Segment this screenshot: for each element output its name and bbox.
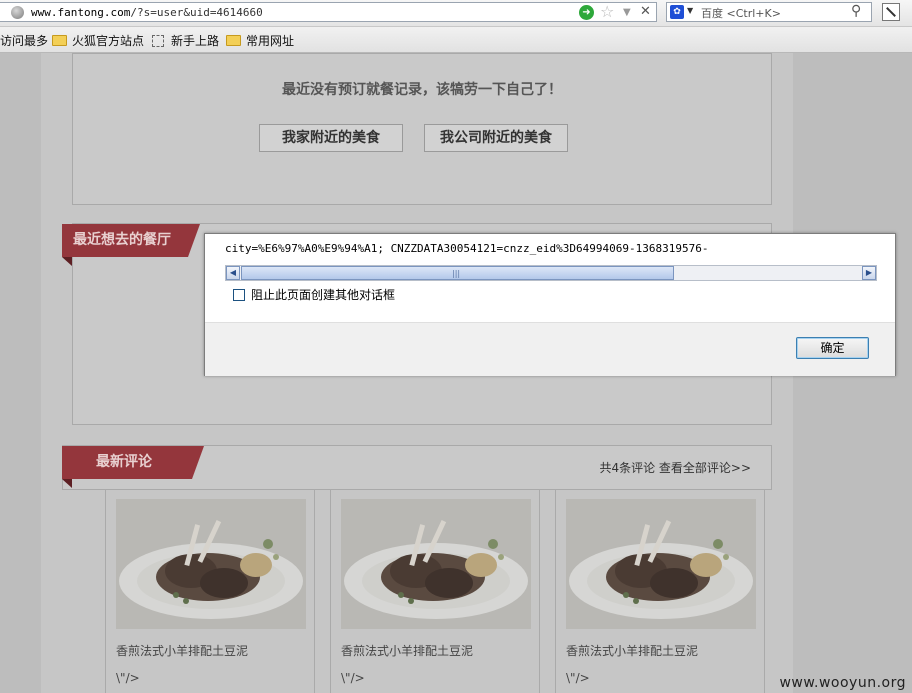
search-bar[interactable]: ✿ ▼ 百度 <Ctrl+K> ⚲ — [666, 2, 872, 22]
horizontal-scrollbar[interactable]: ◀ ||| ▶ — [225, 265, 877, 281]
go-arrow-icon[interactable]: ➜ — [579, 5, 594, 20]
home-nearby-food-button[interactable]: 我家附近的美食 — [259, 124, 403, 152]
lamb-chop-image — [566, 499, 756, 629]
grip-icon: ||| — [452, 269, 461, 278]
search-icon[interactable]: ⚲ — [851, 3, 861, 19]
navigation-toolbar: www.fantong.com/?s=user&uid=4614660 ➜ ☆ … — [0, 0, 912, 27]
ribbon-fold — [62, 479, 72, 488]
booking-record-panel: 最近没有预订就餐记录，该犒劳一下自己了！ 我家附近的美食 我公司附近的美食 — [72, 53, 772, 205]
comment-card: 香煎法式小羊排配土豆泥 \"/> — [555, 489, 765, 693]
chevron-down-icon[interactable]: ▼ — [623, 4, 631, 22]
prevent-dialogs-option[interactable]: 阻止此页面创建其他对话框 — [233, 286, 395, 303]
toolbar-tool-icon[interactable] — [882, 3, 900, 21]
baidu-paw-icon[interactable]: ✿ — [670, 5, 684, 19]
comment-snippet: \"/> — [116, 671, 140, 685]
food-photo[interactable] — [341, 499, 531, 629]
scroll-thumb[interactable]: ||| — [241, 266, 674, 280]
prevent-dialogs-checkbox[interactable] — [233, 288, 245, 301]
scroll-left-arrow-icon[interactable]: ◀ — [226, 266, 240, 280]
alert-dialog: city=%E6%97%A0%E9%94%A1; CNZZDATA3005412… — [204, 233, 896, 376]
latest-comments-ribbon: 最新评论 — [62, 446, 204, 479]
bookmarks-toolbar: 访问最多 火狐官方站点 新手上路 常用网址 — [0, 27, 912, 53]
comment-card: 香煎法式小羊排配土豆泥 \"/> — [105, 489, 315, 693]
comment-card: 香煎法式小羊排配土豆泥 \"/> — [330, 489, 540, 693]
dish-name[interactable]: 香煎法式小羊排配土豆泥 — [566, 642, 698, 659]
site-identity-icon[interactable] — [11, 6, 24, 19]
food-photo[interactable] — [116, 499, 306, 629]
scroll-right-arrow-icon[interactable]: ▶ — [862, 266, 876, 280]
office-nearby-food-button[interactable]: 我公司附近的美食 — [424, 124, 568, 152]
ribbon-fold — [62, 257, 72, 266]
no-record-message: 最近没有预订就餐记录，该犒劳一下自己了！ — [282, 82, 562, 98]
view-all-comments-link[interactable]: 共4条评论 查看全部评论>> — [599, 459, 751, 476]
lamb-chop-image — [341, 499, 531, 629]
comment-snippet: \"/> — [341, 671, 365, 685]
blank-page-icon — [152, 34, 164, 47]
comment-snippet: \"/> — [566, 671, 590, 685]
prevent-dialogs-label[interactable]: 阻止此页面创建其他对话框 — [251, 286, 395, 303]
bookmark-star-icon[interactable]: ☆ — [600, 3, 614, 21]
dialog-footer: 确定 — [205, 322, 895, 376]
wooyun-watermark: www.wooyun.org — [779, 675, 906, 691]
food-photo[interactable] — [566, 499, 756, 629]
bookmark-getting-started[interactable]: 新手上路 — [152, 32, 219, 49]
url-text: www.fantong.com/?s=user&uid=4614660 — [31, 6, 263, 19]
dish-name[interactable]: 香煎法式小羊排配土豆泥 — [116, 642, 248, 659]
folder-icon — [52, 35, 67, 46]
recent-want-ribbon: 最近想去的餐厅 — [62, 224, 200, 257]
close-icon[interactable]: ✕ — [640, 3, 651, 21]
folder-icon — [226, 35, 241, 46]
chevron-down-icon[interactable]: ▼ — [687, 6, 693, 15]
search-placeholder: 百度 <Ctrl+K> — [701, 7, 781, 20]
lamb-chop-image — [116, 499, 306, 629]
bookmark-firefox-official[interactable]: 火狐官方站点 — [52, 32, 144, 49]
ok-button[interactable]: 确定 — [796, 337, 869, 359]
bookmark-most-visited[interactable]: 访问最多 — [0, 32, 48, 49]
dish-name[interactable]: 香煎法式小羊排配土豆泥 — [341, 642, 473, 659]
dialog-message: city=%E6%97%A0%E9%94%A1; CNZZDATA3005412… — [225, 242, 709, 255]
url-bar[interactable]: www.fantong.com/?s=user&uid=4614660 ➜ ☆ … — [0, 2, 657, 22]
bookmark-common-sites[interactable]: 常用网址 — [226, 32, 294, 49]
